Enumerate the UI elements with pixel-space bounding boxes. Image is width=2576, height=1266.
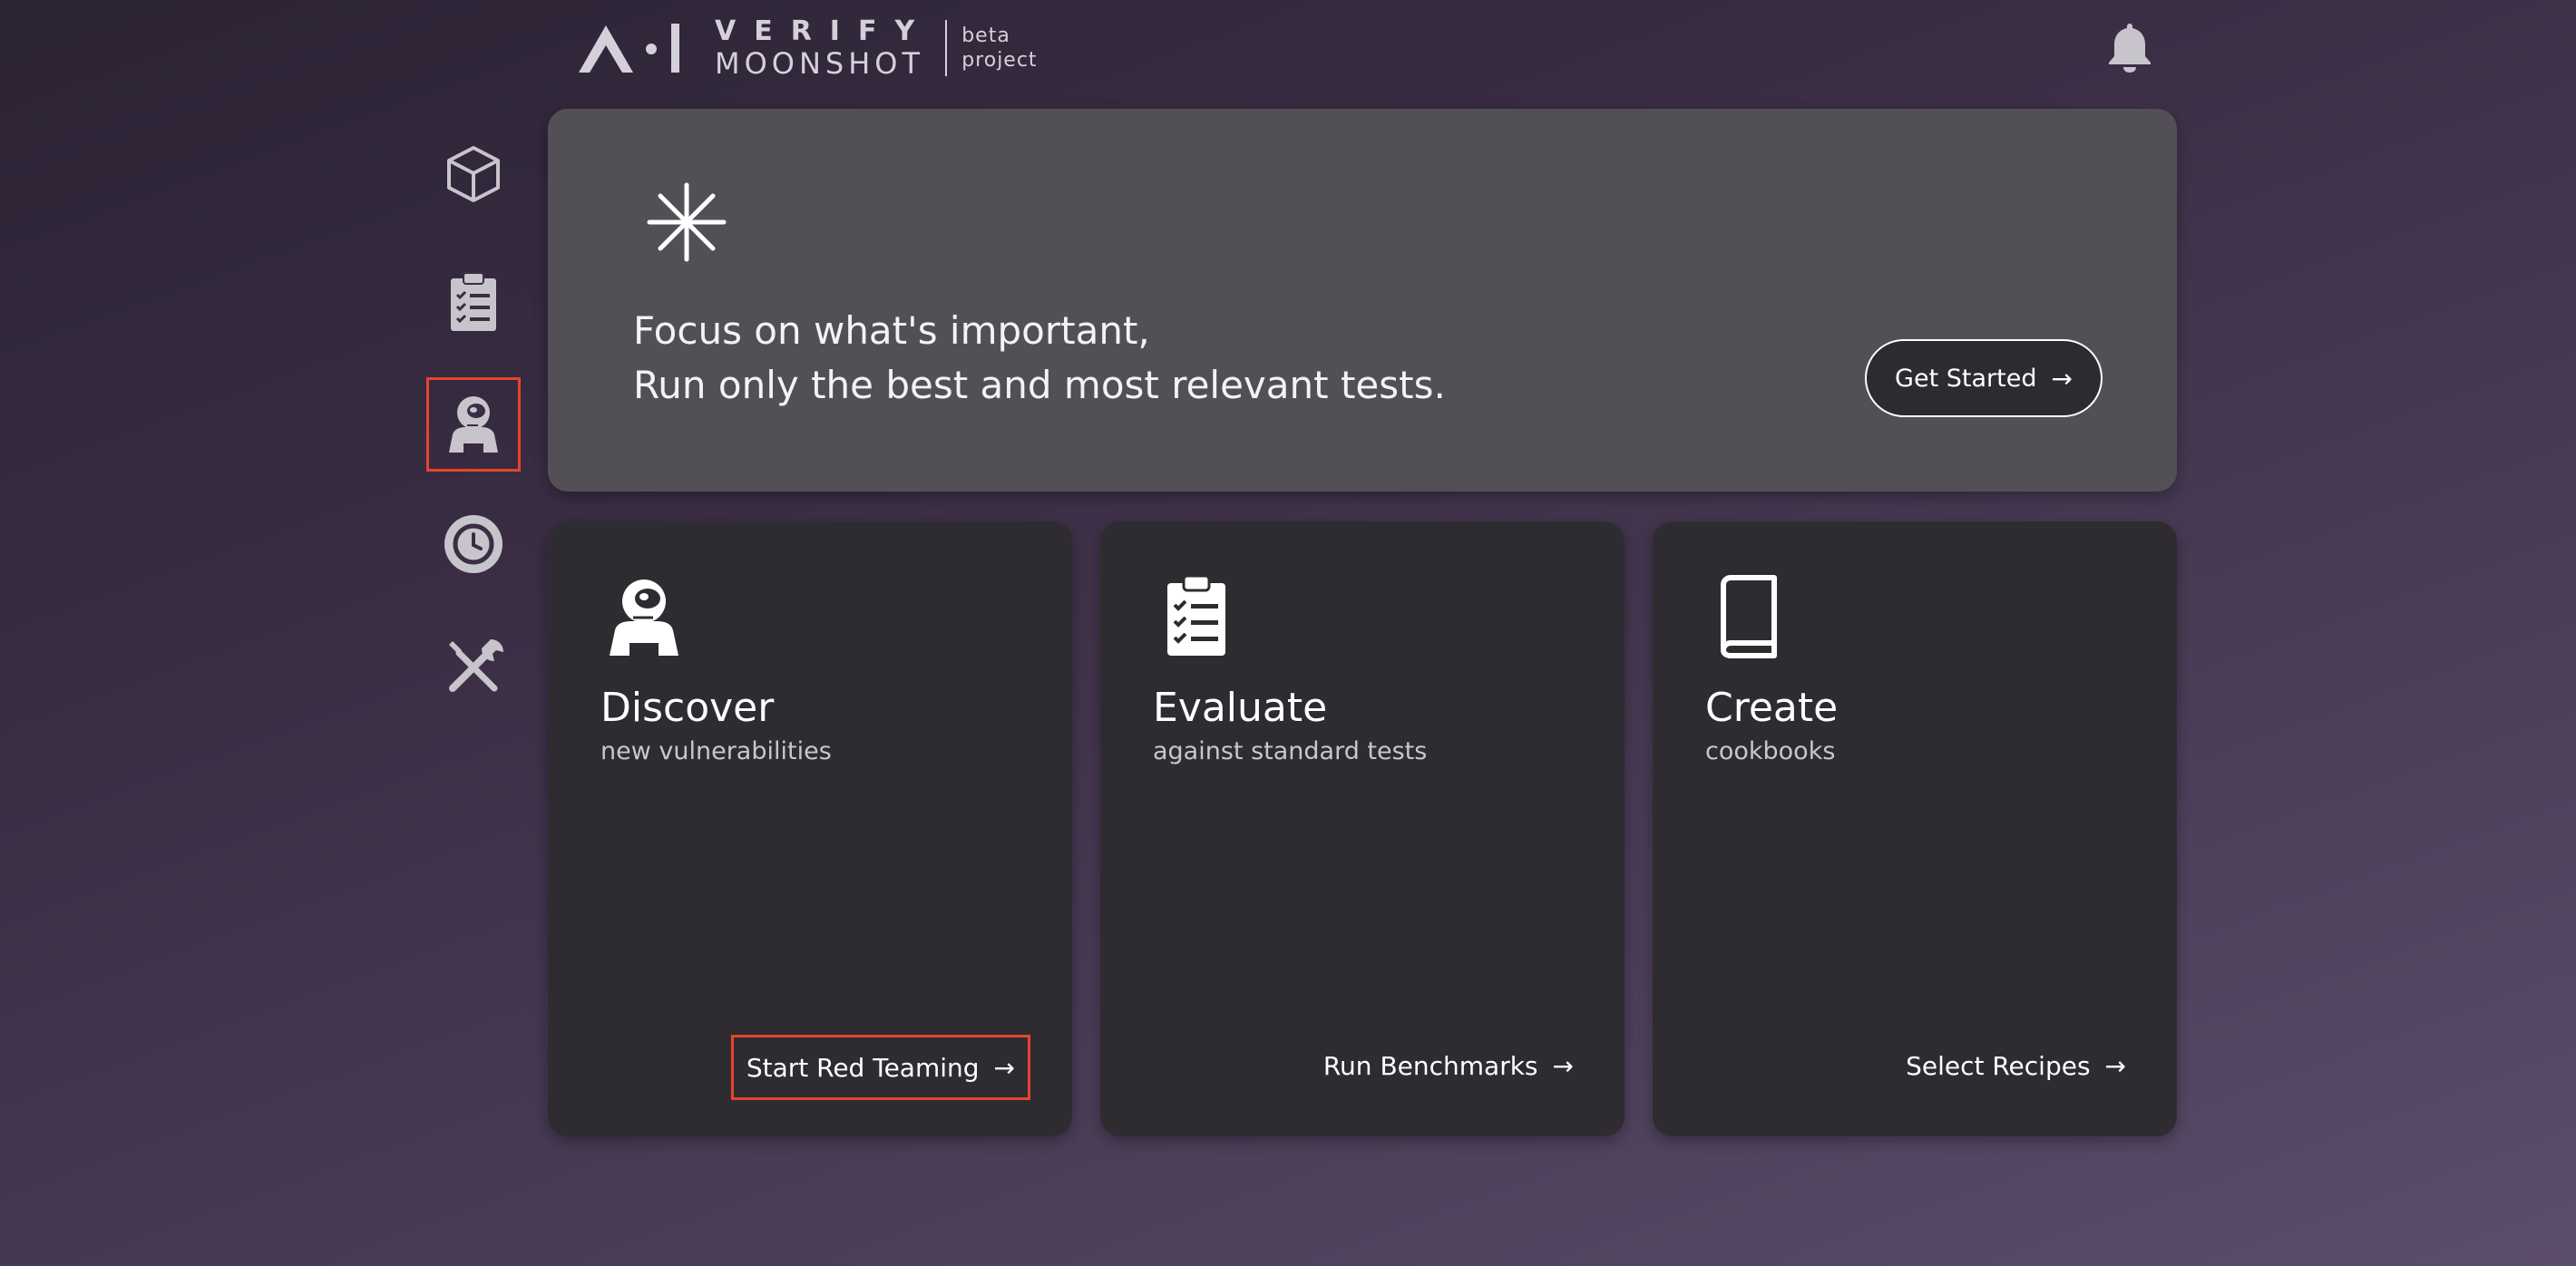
card-action-label: Start Red Teaming [746, 1052, 980, 1083]
card-action-label: Select Recipes [1906, 1050, 2091, 1081]
hero-banner: Focus on what's important, Run only the … [548, 109, 2177, 492]
logo-verify-text: VERIFY [715, 15, 933, 47]
logo-mark-icon [579, 24, 679, 73]
card-evaluate: Evaluate against standard tests Run Benc… [1100, 521, 1625, 1136]
arrow-right-icon: → [993, 1052, 1015, 1083]
start-red-teaming-button[interactable]: Start Red Teaming → [730, 1035, 1030, 1100]
astronaut-icon [449, 396, 498, 453]
sidebar-item-utilities[interactable] [426, 620, 521, 715]
card-subtitle: new vulnerabilities [600, 737, 832, 765]
logo-divider [945, 20, 948, 76]
sidebar-item-red-teaming[interactable] [426, 377, 521, 472]
get-started-label: Get Started [1895, 364, 2037, 393]
card-discover: Discover new vulnerabilities Start Red T… [548, 521, 1072, 1136]
history-icon [444, 515, 503, 573]
banner-headline-line1: Focus on what's important, [633, 308, 1150, 353]
cube-icon [447, 146, 500, 202]
arrow-right-icon: → [2051, 363, 2073, 394]
card-title: Evaluate [1153, 685, 1328, 731]
clipboard-checklist-icon [451, 272, 496, 331]
logo-tag-beta: beta [961, 24, 1010, 47]
logo-wordmark: VERIFY MOONSHOT [715, 15, 933, 81]
tools-icon [449, 639, 503, 692]
sidebar-item-benchmarks[interactable] [426, 254, 521, 348]
asterisk-icon [647, 182, 727, 262]
logo-tag-project: project [961, 49, 1038, 72]
sidebar-item-history[interactable] [426, 497, 521, 591]
clipboard-checklist-icon [1167, 574, 1225, 656]
run-benchmarks-button[interactable]: Run Benchmarks → [1323, 1033, 1574, 1098]
select-recipes-button[interactable]: Select Recipes → [1906, 1033, 2126, 1098]
banner-headline-line2: Run only the best and most relevant test… [633, 363, 1446, 407]
card-subtitle: cookbooks [1705, 737, 1836, 765]
get-started-button[interactable]: Get Started → [1865, 339, 2103, 417]
app-logo[interactable]: VERIFY MOONSHOT beta project [577, 15, 1038, 81]
astronaut-icon [610, 579, 678, 656]
bell-icon[interactable] [2104, 20, 2155, 74]
card-action-label: Run Benchmarks [1322, 1050, 1538, 1081]
card-subtitle: against standard tests [1153, 737, 1428, 765]
arrow-right-icon: → [1552, 1050, 1574, 1081]
logo-moonshot-text: MOONSHOT [715, 46, 925, 81]
book-icon [1721, 575, 1777, 658]
sidebar-item-models[interactable] [426, 127, 521, 221]
arrow-right-icon: → [2104, 1050, 2126, 1081]
card-create: Create cookbooks Select Recipes → [1653, 521, 2177, 1136]
logo-tag: beta project [961, 24, 1037, 73]
card-title: Discover [600, 685, 775, 731]
card-title: Create [1705, 685, 1839, 731]
